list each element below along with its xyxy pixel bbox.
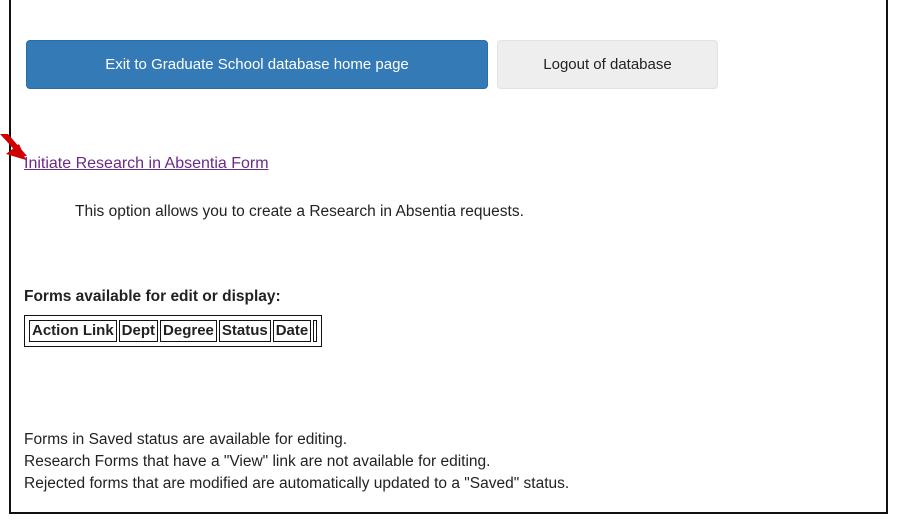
column-header-date: Date — [272, 320, 312, 342]
exit-to-home-button[interactable]: Exit to Graduate School database home pa… — [26, 40, 488, 89]
column-header-status: Status — [218, 320, 271, 342]
initiate-description: This option allows you to create a Resea… — [75, 203, 524, 220]
toolbar: Exit to Graduate School database home pa… — [26, 40, 718, 89]
table-header-row: Action Link Dept Degree Status Date — [29, 320, 318, 342]
forms-table: Action Link Dept Degree Status Date — [24, 315, 323, 347]
column-header-degree: Degree — [160, 320, 217, 342]
logout-button[interactable]: Logout of database — [497, 40, 718, 89]
column-header-dept: Dept — [118, 320, 159, 342]
forms-heading: Forms available for edit or display: — [24, 288, 281, 305]
initiate-form-link[interactable]: Initiate Research in Absentia Form — [24, 155, 269, 173]
column-header-action-link: Action Link — [29, 320, 117, 342]
note-saved-editing: Forms in Saved status are available for … — [24, 431, 348, 448]
notes: Forms in Saved status are available for … — [24, 429, 569, 495]
column-header-empty — [313, 320, 318, 342]
note-rejected-forms: Rejected forms that are modified are aut… — [24, 475, 570, 492]
note-view-link: Research Forms that have a "View" link a… — [24, 453, 491, 470]
